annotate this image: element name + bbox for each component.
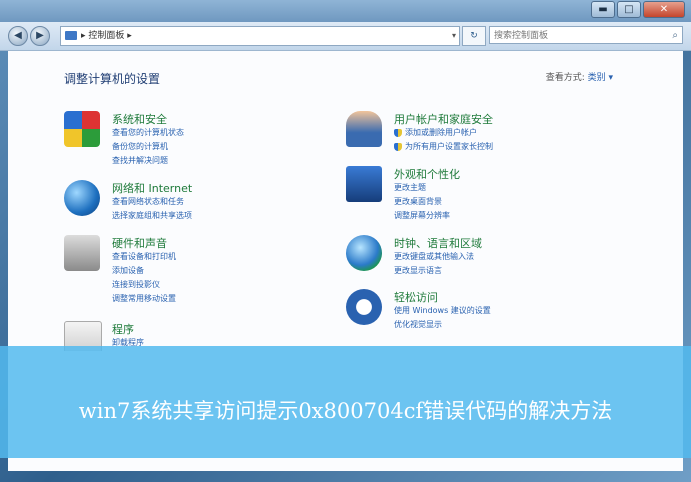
category-network-internet: 网络和 Internet 查看网络状态和任务 选择家庭组和共享选项 [64,180,324,230]
category-links: 更改键盘或其他输入法 更改显示语言 [394,250,474,278]
task-link[interactable]: 添加或删除用户帐户 [394,126,493,140]
control-panel-content: 调整计算机的设置 查看方式: 类别 ▾ 系统和安全 查看您的计算机状态 备份您的… [8,51,683,359]
category-title[interactable]: 用户帐户和家庭安全 [394,111,493,127]
view-by-label: 查看方式: [545,73,585,83]
address-path: ▸ 控制面板 ▸ [81,31,132,41]
category-links: 添加或删除用户帐户 为所有用户设置家长控制 [394,126,493,154]
view-by-dropdown[interactable]: 类别 ▾ [588,73,613,83]
address-bar[interactable]: ▸ 控制面板 ▸ ▾ [60,26,460,46]
title-banner: win7系统共享访问提示0x800704cf错误代码的解决方法 [0,346,691,458]
task-link[interactable]: 调整常用移动设置 [112,292,176,306]
category-ease-of-access: 轻松访问 使用 Windows 建议的设置 优化视觉显示 [346,289,646,339]
search-icon[interactable]: ⌕ [672,27,678,45]
forward-button[interactable]: ▶ [30,26,50,46]
search-input[interactable]: 搜索控制面板 ⌕ [489,26,683,44]
category-title[interactable]: 程序 [112,321,134,337]
title-bar: ▬ □ ✕ [0,0,691,22]
category-title[interactable]: 网络和 Internet [112,180,192,196]
maximize-button[interactable]: □ [617,1,641,18]
network-globe-icon[interactable] [64,180,100,216]
category-hardware-sound: 硬件和声音 查看设备和打印机 添加设备 连接到投影仪 调整常用移动设置 [64,235,324,310]
task-link[interactable]: 为所有用户设置家长控制 [394,140,493,154]
address-dropdown-icon[interactable]: ▾ [452,27,456,45]
category-links: 更改主题 更改桌面背景 调整屏幕分辨率 [394,181,450,223]
category-title[interactable]: 时钟、语言和区域 [394,235,482,251]
clock-globe-icon[interactable] [346,235,382,271]
task-link[interactable]: 更改主题 [394,181,450,195]
category-clock-language-region: 时钟、语言和区域 更改键盘或其他输入法 更改显示语言 [346,235,646,285]
minimize-button[interactable]: ▬ [591,1,615,18]
task-link[interactable]: 查看您的计算机状态 [112,126,184,140]
category-links: 查看设备和打印机 添加设备 连接到投影仪 调整常用移动设置 [112,250,176,306]
navigation-bar: ◀ ▶ ▸ 控制面板 ▸ ▾ ↻ 搜索控制面板 ⌕ [0,22,691,51]
uac-shield-icon [394,128,402,137]
uac-shield-icon [394,142,402,151]
close-button[interactable]: ✕ [643,1,685,18]
search-placeholder: 搜索控制面板 [494,31,549,41]
appearance-icon[interactable] [346,166,382,202]
task-link[interactable]: 添加设备 [112,264,176,278]
task-link[interactable]: 连接到投影仪 [112,278,176,292]
control-panel-folder-icon [65,31,77,40]
task-link[interactable]: 使用 Windows 建议的设置 [394,304,491,318]
banner-title: win7系统共享访问提示0x800704cf错误代码的解决方法 [78,399,613,423]
task-link[interactable]: 更改键盘或其他输入法 [394,250,474,264]
task-link[interactable]: 调整屏幕分辨率 [394,209,450,223]
category-system-security: 系统和安全 查看您的计算机状态 备份您的计算机 查找并解决问题 [64,111,324,171]
task-link[interactable]: 更改显示语言 [394,264,474,278]
task-link[interactable]: 查看设备和打印机 [112,250,176,264]
window-controls: ▬ □ ✕ [591,1,685,18]
view-by: 查看方式: 类别 ▾ [546,70,613,83]
task-link[interactable]: 查看网络状态和任务 [112,195,192,209]
category-title[interactable]: 系统和安全 [112,111,167,127]
category-title[interactable]: 轻松访问 [394,289,438,305]
category-title[interactable]: 外观和个性化 [394,166,460,182]
printer-icon[interactable] [64,235,100,271]
shield-flag-icon[interactable] [64,111,100,147]
category-links: 查看网络状态和任务 选择家庭组和共享选项 [112,195,192,223]
users-icon[interactable] [346,111,382,147]
category-appearance: 外观和个性化 更改主题 更改桌面背景 调整屏幕分辨率 [346,166,646,226]
task-link[interactable]: 优化视觉显示 [394,318,491,332]
task-link[interactable]: 备份您的计算机 [112,140,184,154]
task-link[interactable]: 选择家庭组和共享选项 [112,209,192,223]
category-title[interactable]: 硬件和声音 [112,235,167,251]
task-link[interactable]: 更改桌面背景 [394,195,450,209]
category-links: 查看您的计算机状态 备份您的计算机 查找并解决问题 [112,126,184,168]
refresh-button[interactable]: ↻ [462,26,486,46]
category-links: 使用 Windows 建议的设置 优化视觉显示 [394,304,491,332]
ease-of-access-icon[interactable] [346,289,382,325]
category-user-accounts: 用户帐户和家庭安全 添加或删除用户帐户 为所有用户设置家长控制 [346,111,646,161]
back-button[interactable]: ◀ [8,26,28,46]
page-title: 调整计算机的设置 [64,72,161,86]
task-link[interactable]: 查找并解决问题 [112,154,184,168]
